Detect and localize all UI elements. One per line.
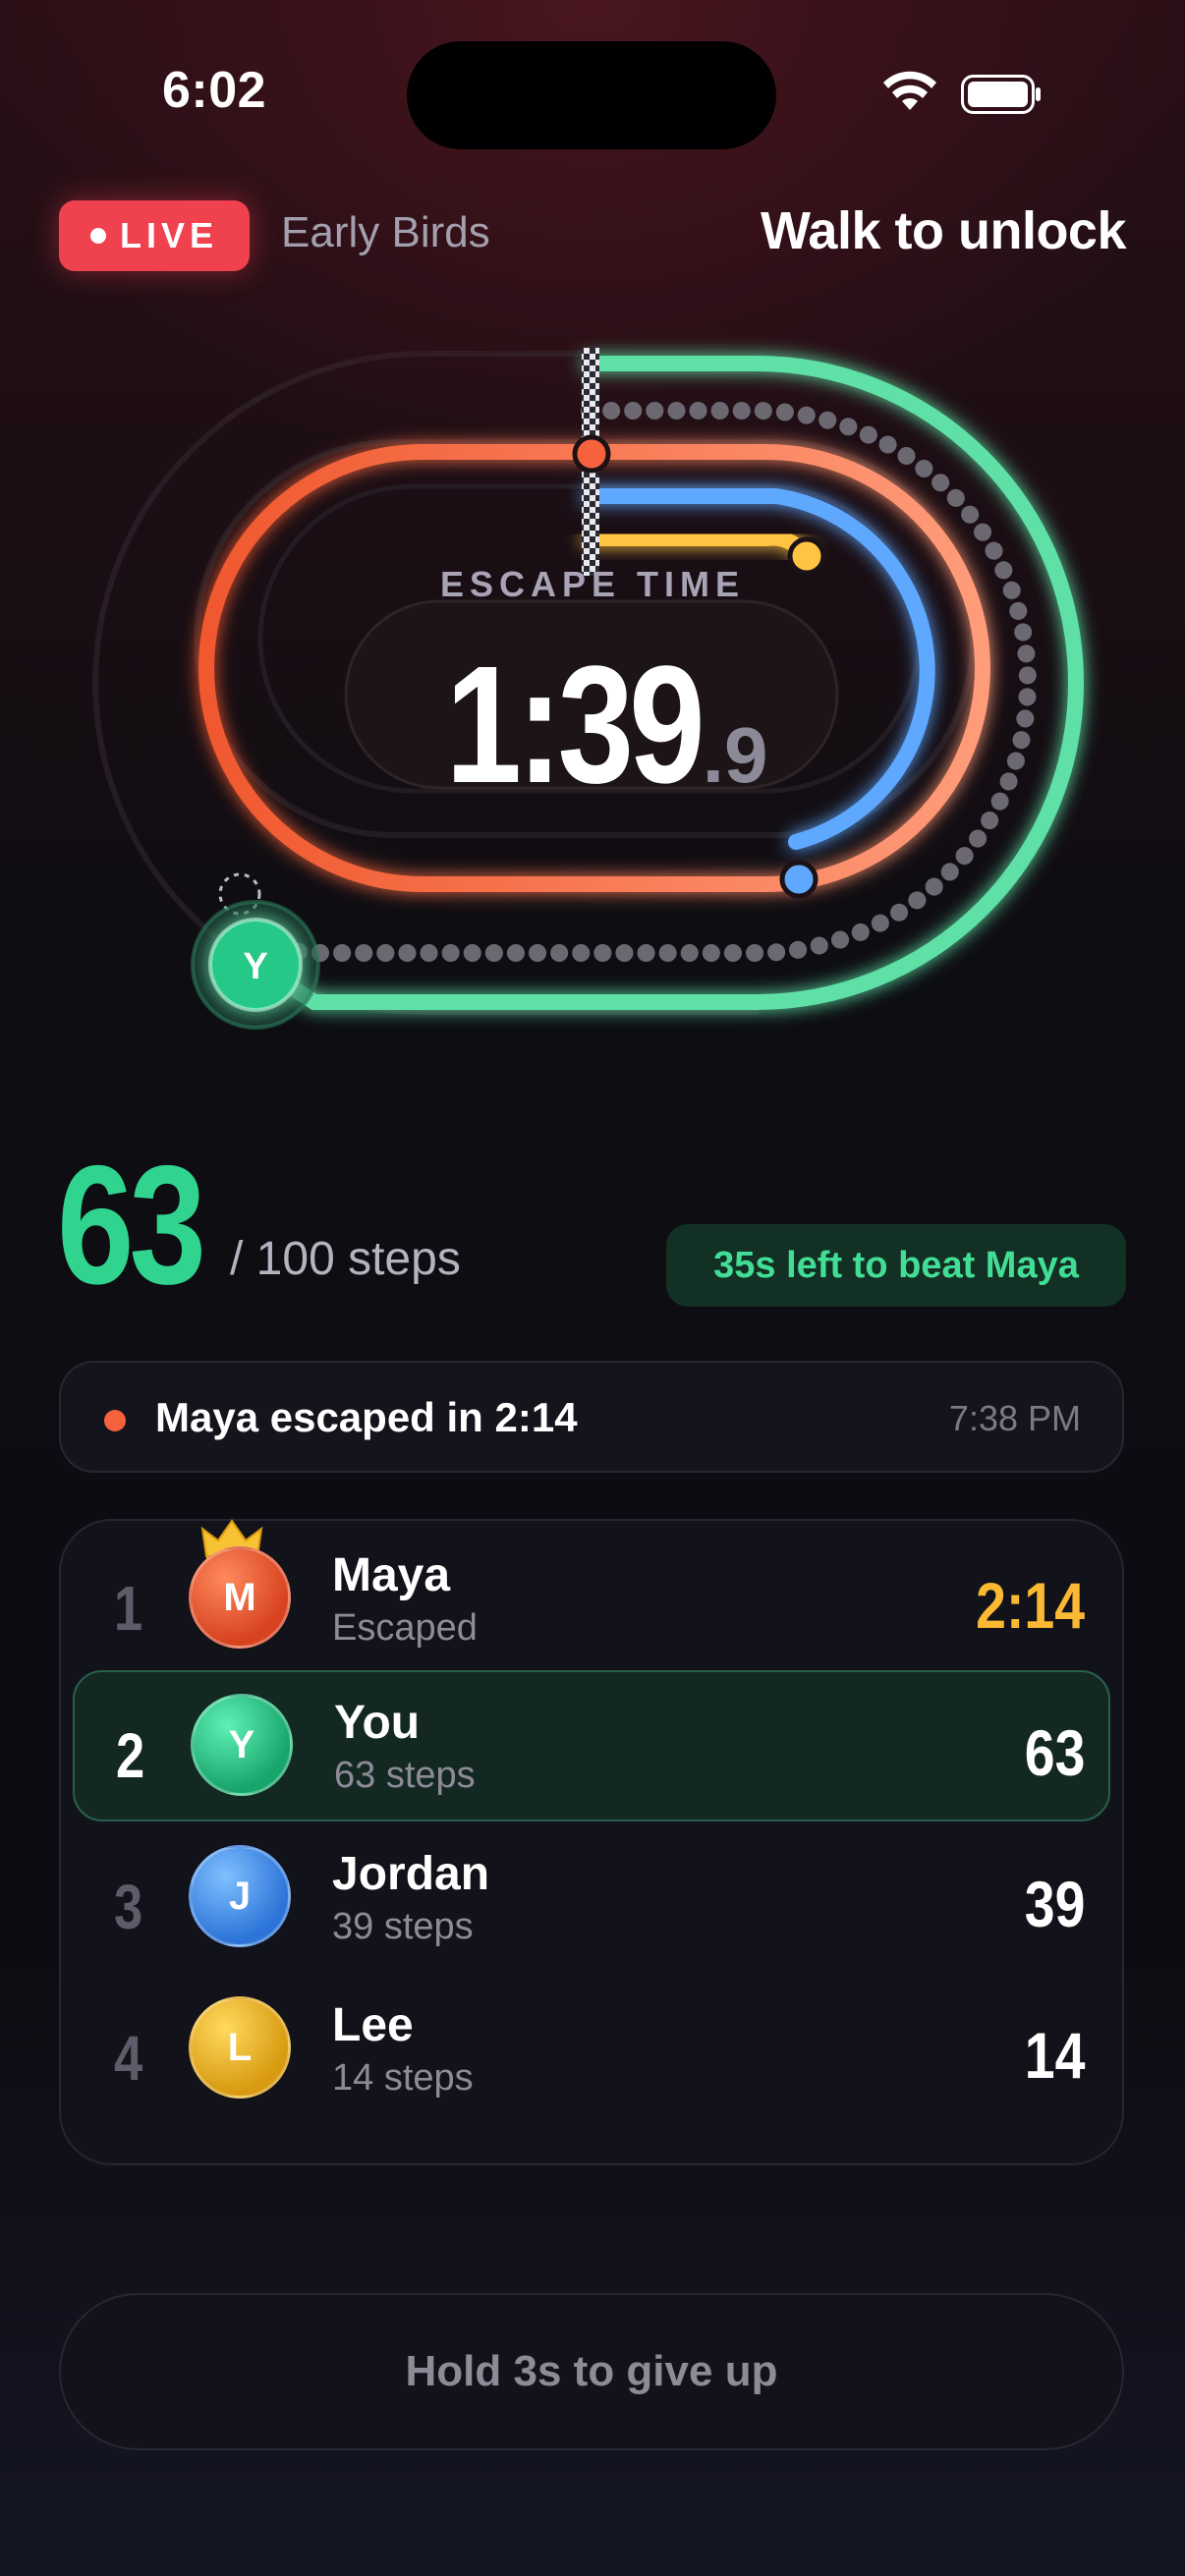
room-name[interactable]: Early Birds [281,208,490,257]
rank: 3 [114,1872,143,1942]
step-count: 63 [57,1131,206,1319]
timer-main: 1:39 [444,632,705,818]
player-name: Jordan [332,1848,490,1900]
give-up-button[interactable]: Hold 3s to give up [59,2293,1124,2450]
player-status: 63 steps [334,1755,476,1796]
avatar: J [189,1845,291,1947]
lane-lee [582,530,814,564]
player-score: 63 [1024,1716,1085,1789]
event-dot-icon [104,1410,126,1431]
live-label: LIVE [119,215,218,255]
marker-maya [572,434,611,474]
avatar: L [189,1996,291,2099]
event-card: Maya escaped in 2:14 7:38 PM [59,1361,1124,1473]
player-name: You [334,1697,421,1749]
leaderboard: 1 M Maya Escaped 2:14 2 Y You 63 steps 6… [59,1519,1124,2165]
player-name: Maya [332,1549,451,1601]
player-name: Lee [332,1999,414,2051]
battery-icon [961,75,1041,114]
player-status: 14 steps [332,2057,474,2099]
status-time: 6:02 [162,62,267,119]
live-dot-icon [89,228,106,244]
avatar: Y [191,1694,293,1796]
rank: 1 [114,1573,143,1644]
rank: 4 [114,2023,143,2094]
player-status: Escaped [332,1607,478,1649]
wifi-icon [883,71,936,110]
player-status: 39 steps [332,1906,474,1947]
leaderboard-row-you[interactable]: 2 Y You 63 steps 63 [73,1670,1110,1821]
avatar: M [189,1546,291,1649]
leaderboard-row-jordan[interactable]: 3 J Jordan 39 steps 39 [73,1821,1110,1973]
leaderboard-row-lee[interactable]: 4 L Lee 14 steps 14 [73,1973,1110,2124]
player-score: 2:14 [976,1569,1085,1642]
page-title: Walk to unlock [760,201,1127,260]
timer-fraction: .9 [702,711,768,799]
step-goal: / 100 steps [230,1233,461,1285]
event-text: Maya escaped in 2:14 [155,1394,578,1440]
you-marker-initial: Y [243,946,267,987]
dynamic-island [407,41,776,149]
escape-timer: 1:39.9 [0,629,1185,821]
player-score: 14 [1024,2019,1085,2092]
live-badge: LIVE [59,200,250,271]
marker-jordan [779,860,818,899]
event-time: 7:38 PM [948,1398,1081,1438]
escape-time-label: ESCAPE TIME [439,564,746,604]
rank: 2 [116,1720,145,1791]
leaderboard-row-maya[interactable]: 1 M Maya Escaped 2:14 [73,1519,1110,1674]
player-score: 39 [1024,1868,1085,1940]
beat-message-pill: 35s left to beat Maya [666,1224,1126,1307]
